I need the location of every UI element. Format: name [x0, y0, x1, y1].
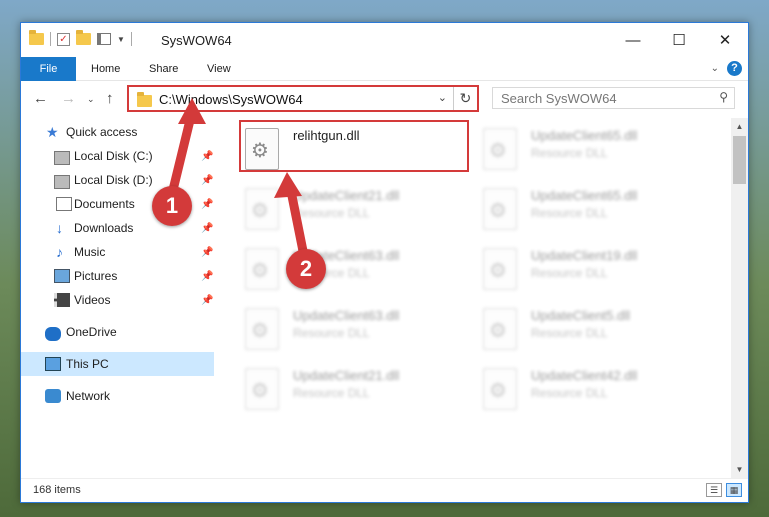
arrow-head-2	[274, 172, 302, 198]
arrow-step-1	[167, 107, 197, 199]
step-2-badge: 2	[286, 249, 326, 289]
step-1-badge: 1	[152, 186, 192, 226]
arrow-head-1	[178, 98, 206, 124]
annotation-arrows	[167, 98, 309, 261]
